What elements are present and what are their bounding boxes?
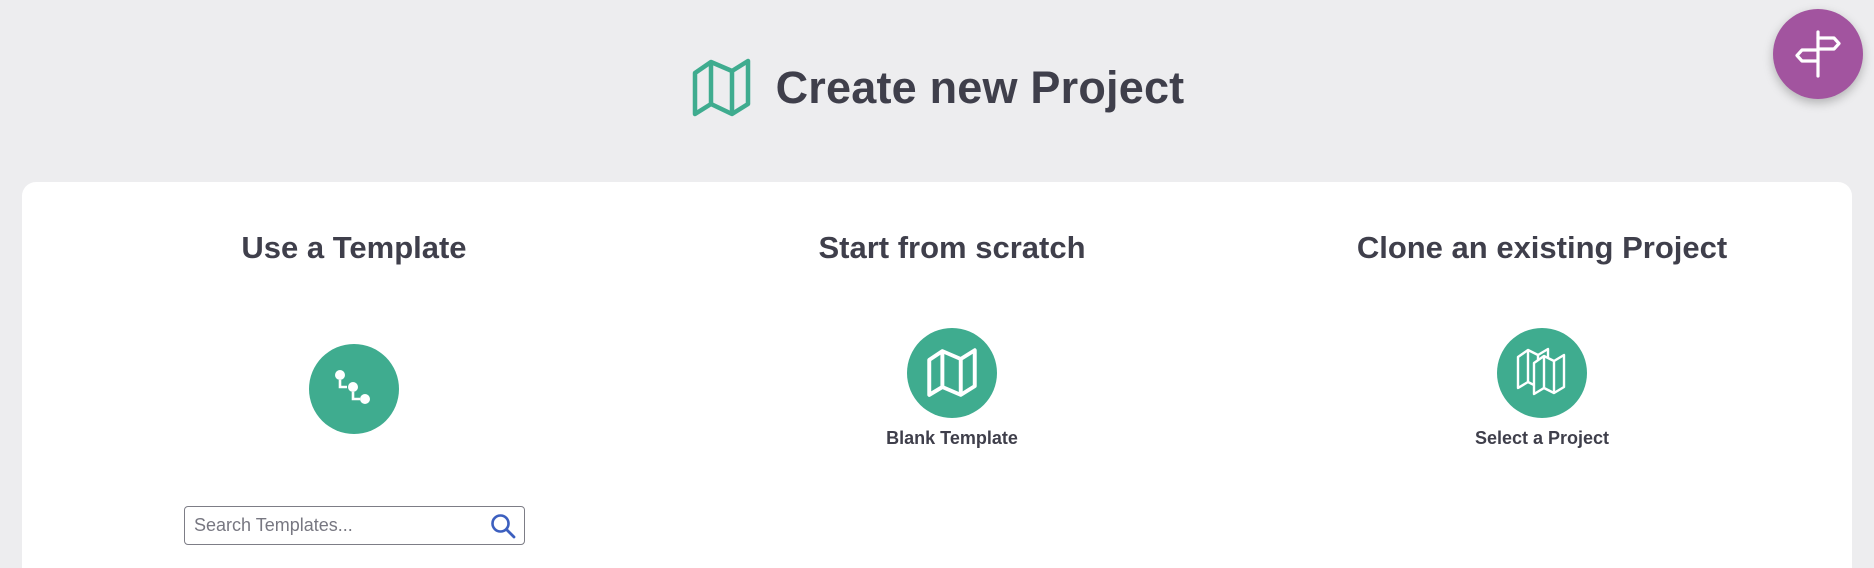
blank-template-button[interactable] bbox=[907, 328, 997, 418]
create-options-panel: Use a Template Start from bbox=[22, 182, 1852, 568]
search-templates-input[interactable] bbox=[185, 507, 475, 544]
select-project-button[interactable] bbox=[1497, 328, 1587, 418]
signpost-icon bbox=[1795, 30, 1841, 78]
clone-project-section: Clone an existing Project Select a Proje… bbox=[1202, 182, 1874, 568]
blank-template-label[interactable]: Blank Template bbox=[886, 428, 1018, 449]
use-template-heading: Use a Template bbox=[241, 230, 467, 265]
select-project-label[interactable]: Select a Project bbox=[1475, 428, 1609, 449]
template-picker-button[interactable] bbox=[309, 344, 399, 434]
map-icon bbox=[692, 58, 750, 117]
search-icon[interactable] bbox=[490, 513, 516, 539]
page-header: Create new Project bbox=[0, 56, 1874, 120]
help-button[interactable] bbox=[1773, 9, 1863, 99]
template-tree-icon bbox=[335, 370, 370, 404]
start-from-scratch-heading: Start from scratch bbox=[818, 230, 1086, 265]
clone-project-heading: Clone an existing Project bbox=[1356, 230, 1728, 265]
search-templates-field[interactable] bbox=[184, 506, 525, 545]
page-title: Create new Project bbox=[775, 62, 1185, 113]
map-icon bbox=[927, 348, 977, 397]
maps-stack-icon bbox=[1516, 347, 1566, 396]
